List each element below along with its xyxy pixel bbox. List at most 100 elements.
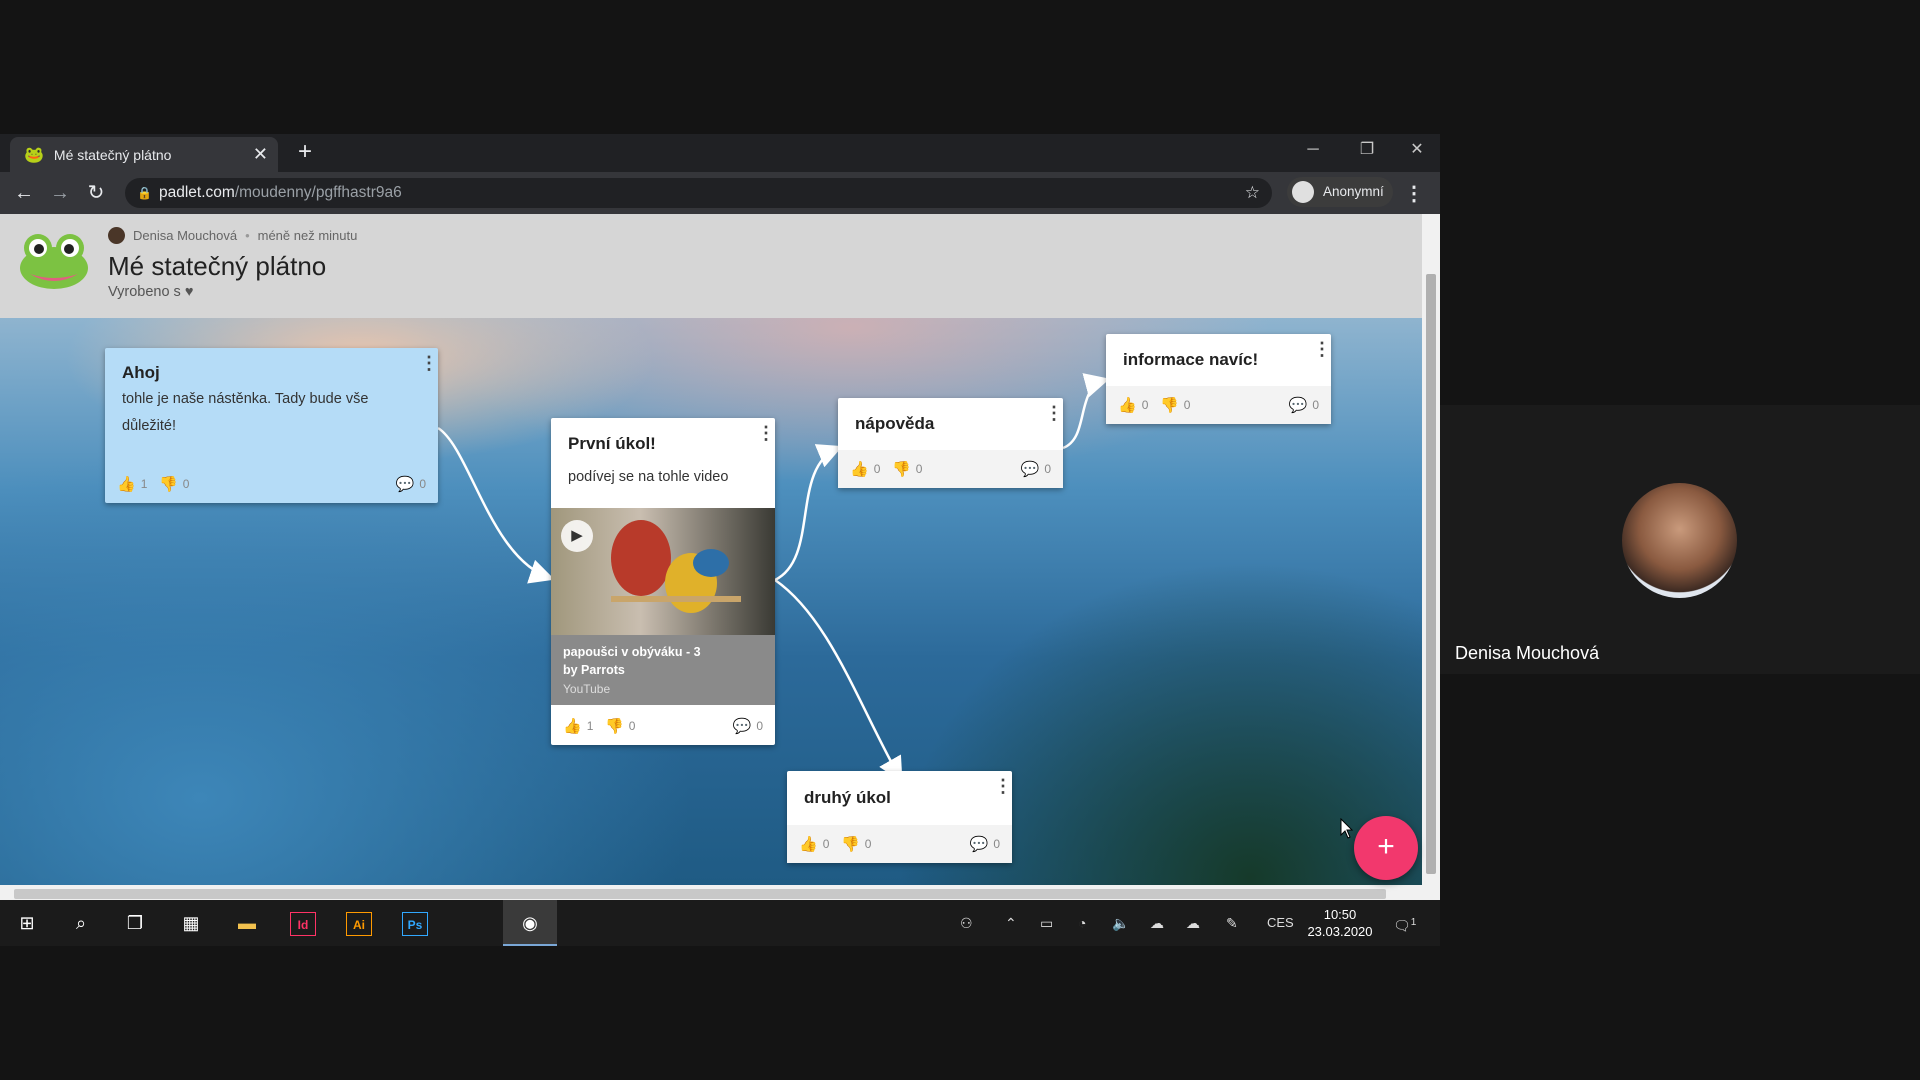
- like-button[interactable]: 👍 0: [1118, 396, 1148, 414]
- comments-button[interactable]: 💬 0: [970, 835, 1000, 853]
- search-icon[interactable]: ⌕: [54, 900, 108, 946]
- thumbs-up-icon: 👍: [563, 718, 582, 735]
- add-post-button[interactable]: +: [1354, 816, 1418, 880]
- comments-button[interactable]: 💬 0: [733, 717, 763, 735]
- thumbs-down-icon: 👎: [1160, 397, 1179, 414]
- thumbs-down-icon: 👎: [159, 476, 178, 493]
- video-caption: papoušci v obýváku - 3 by Parrots YouTub…: [551, 635, 775, 705]
- post-menu-icon[interactable]: ⋮: [1313, 340, 1331, 358]
- like-button[interactable]: 👍 0: [850, 460, 880, 478]
- address-bar-row: ← → ↻ 🔒 padlet.com/moudenny/pgffhastr9a6…: [0, 172, 1440, 214]
- dislike-button[interactable]: 👎 0: [841, 835, 871, 853]
- bookmark-star-icon[interactable]: ☆: [1245, 178, 1260, 208]
- thumbs-up-icon: 👍: [850, 461, 869, 478]
- video-title: papoušci v obýváku - 3: [563, 645, 701, 659]
- dislike-button[interactable]: 👎 0: [892, 460, 922, 478]
- post-reactions: 👍 0 👎 0 💬 0: [1106, 386, 1331, 424]
- thumbs-up-icon: 👍: [799, 836, 818, 853]
- show-hidden-icons[interactable]: ⌃: [1005, 900, 1017, 946]
- people-icon[interactable]: ⚇: [960, 900, 973, 946]
- battery-icon[interactable]: ▭: [1040, 900, 1053, 946]
- dislike-button[interactable]: 👎 0: [1160, 396, 1190, 414]
- chrome-taskbar-icon[interactable]: ◉: [503, 900, 557, 946]
- video-author: by Parrots: [563, 663, 625, 677]
- post-title: druhý úkol: [804, 788, 891, 807]
- vertical-scrollbar[interactable]: [1422, 214, 1440, 945]
- onedrive-icon[interactable]: ☁: [1150, 900, 1164, 946]
- video-thumbnail[interactable]: ▶: [551, 508, 775, 635]
- onedrive-business-icon[interactable]: ☁: [1186, 900, 1200, 946]
- participant-name: Denisa Mouchová: [1455, 643, 1600, 663]
- notifications-icon[interactable]: 🗨1: [1393, 900, 1416, 946]
- dislike-button[interactable]: 👎 0: [159, 475, 189, 493]
- post-card-prvni-ukol[interactable]: První úkol! ⋮ podívej se na tohle video …: [551, 418, 775, 745]
- dislike-button[interactable]: 👎 0: [605, 717, 635, 735]
- file-explorer-icon[interactable]: ▬: [220, 900, 274, 946]
- thumbs-down-icon: 👎: [605, 718, 624, 735]
- store-app-icon[interactable]: ▦: [164, 900, 218, 946]
- connector-napoveda-informace: [1062, 373, 1110, 450]
- url-path: /moudenny/pgffhastr9a6: [234, 184, 402, 201]
- task-view-icon[interactable]: ❐: [108, 900, 162, 946]
- pen-icon[interactable]: ✎: [1226, 900, 1238, 946]
- comments-button[interactable]: 💬 0: [396, 475, 426, 493]
- thumbs-up-icon: 👍: [1118, 397, 1137, 414]
- comments-button[interactable]: 💬 0: [1289, 396, 1319, 414]
- notification-count: 1: [1410, 917, 1417, 928]
- wifi-icon[interactable]: ◔: [1078, 900, 1086, 946]
- url-field[interactable]: 🔒 padlet.com/moudenny/pgffhastr9a6 ☆: [125, 178, 1272, 208]
- close-window-button[interactable]: ✕: [1394, 134, 1440, 168]
- photoshop-icon[interactable]: Ps: [388, 900, 442, 946]
- like-button[interactable]: 👍 1: [563, 717, 593, 735]
- comment-icon: 💬: [732, 718, 752, 735]
- post-menu-icon[interactable]: ⋮: [757, 424, 775, 442]
- reload-icon[interactable]: ↻: [83, 181, 109, 207]
- forward-icon[interactable]: →: [47, 181, 73, 207]
- post-menu-icon[interactable]: ⋮: [1045, 404, 1063, 422]
- incognito-avatar-icon: [1292, 181, 1314, 203]
- volume-icon[interactable]: 🔈: [1112, 900, 1129, 946]
- browser-menu-icon[interactable]: ⋮: [1404, 181, 1424, 206]
- post-title: První úkol!: [568, 434, 656, 453]
- post-card-druhy-ukol[interactable]: druhý úkol ⋮ 👍 0 👎 0 💬 0: [787, 771, 1012, 863]
- clock[interactable]: 10:50 23.03.2020: [1300, 906, 1380, 940]
- mouse-cursor-icon: [1340, 818, 1354, 839]
- language-indicator[interactable]: CES: [1267, 900, 1294, 946]
- author-name[interactable]: Denisa Mouchová: [133, 228, 237, 243]
- thumbs-up-icon: 👍: [117, 476, 136, 493]
- padlet-page: Denisa Mouchová • méně než minutu Mé state…: [0, 214, 1440, 945]
- padlet-canvas[interactable]: Ahoj ⋮ tohle je naše nástěnka. Tady bude…: [0, 318, 1422, 885]
- tab-padlet[interactable]: 🐸 Mé statečný plátno ✕: [10, 137, 278, 172]
- illustrator-icon[interactable]: Ai: [332, 900, 386, 946]
- comments-button[interactable]: 💬 0: [1021, 460, 1051, 478]
- post-card-informace-navic[interactable]: informace navíc! ⋮ 👍 0 👎 0 💬 0: [1106, 334, 1331, 424]
- profile-label: Anonymní: [1323, 184, 1384, 199]
- clock-time: 10:50: [1323, 907, 1357, 922]
- made-with-label[interactable]: Vyrobeno s ♥: [108, 284, 193, 300]
- like-button[interactable]: 👍 1: [117, 475, 147, 493]
- play-icon[interactable]: ▶: [561, 520, 593, 552]
- windows-start-icon[interactable]: ⊞: [0, 900, 54, 946]
- back-icon[interactable]: ←: [11, 181, 37, 207]
- post-title: informace navíc!: [1123, 350, 1259, 369]
- close-tab-icon[interactable]: ✕: [253, 144, 268, 165]
- profile-button[interactable]: Anonymní: [1287, 177, 1393, 207]
- minimize-button[interactable]: ─: [1286, 134, 1340, 168]
- post-menu-icon[interactable]: ⋮: [420, 354, 438, 372]
- windows-taskbar: ⊞ ⌕ ❐ ▦ ▬ Id Ai Ps ◉ ⚇ ⌃ ▭ ◔ 🔈 ☁ ☁ ✎ CES…: [0, 900, 1440, 946]
- frog-favicon-icon: 🐸: [24, 146, 44, 164]
- author-avatar: [108, 227, 125, 244]
- like-button[interactable]: 👍 0: [799, 835, 829, 853]
- post-card-napoveda[interactable]: nápověda ⋮ 👍 0 👎 0 💬 0: [838, 398, 1063, 488]
- restore-button[interactable]: ❐: [1340, 134, 1394, 168]
- indesign-icon[interactable]: Id: [276, 900, 330, 946]
- post-card-ahoj[interactable]: Ahoj ⋮ tohle je naše nástěnka. Tady bude…: [105, 348, 438, 503]
- post-title: nápověda: [855, 414, 935, 433]
- post-reactions: 👍 1 👎 0 💬 0: [105, 465, 438, 503]
- post-reactions: 👍 0 👎 0 💬 0: [838, 450, 1063, 488]
- participant-avatar: [1622, 483, 1737, 598]
- post-title: Ahoj: [122, 363, 160, 382]
- lock-icon: 🔒: [137, 186, 152, 200]
- new-tab-button[interactable]: +: [290, 138, 320, 168]
- post-menu-icon[interactable]: ⋮: [994, 777, 1012, 795]
